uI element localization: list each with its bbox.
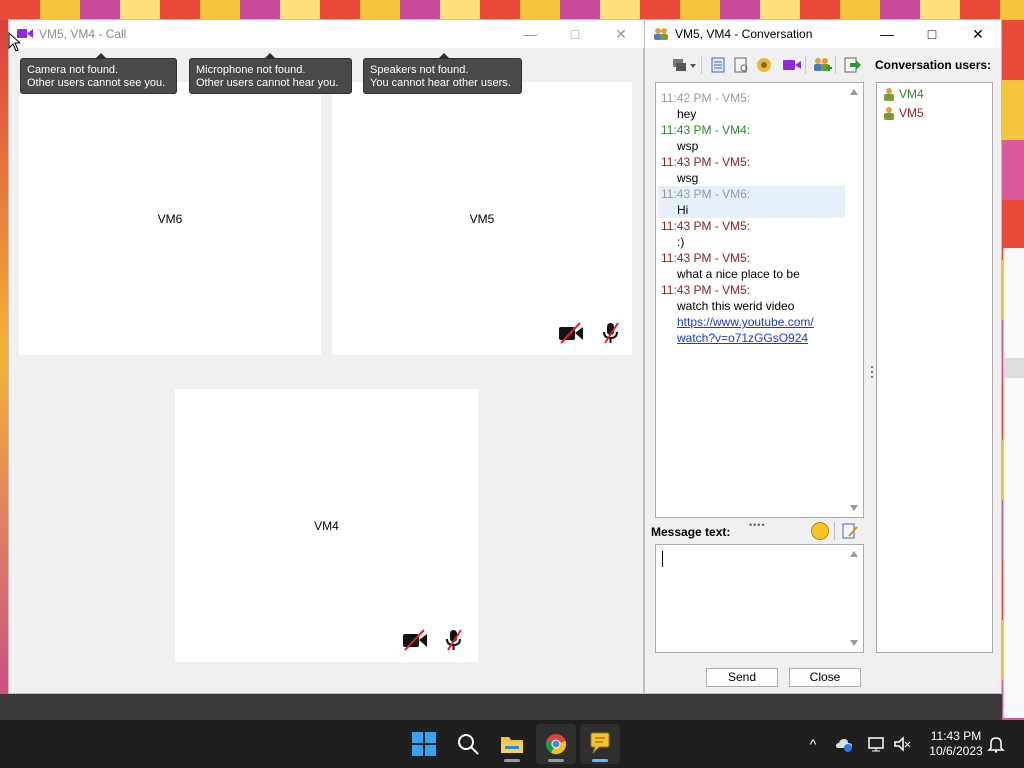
video-tile-vm6: VM6 xyxy=(19,82,321,355)
video-tile-vm4: VM4 xyxy=(175,389,478,662)
conversation-close-button[interactable]: ✕ xyxy=(955,20,1001,48)
add-users-icon[interactable] xyxy=(812,56,832,74)
camera-off-icon xyxy=(559,322,583,344)
clock-date: 10/6/2023 xyxy=(929,744,983,758)
conversation-maximize-button[interactable]: □ xyxy=(909,20,955,48)
call-minimize-button[interactable]: — xyxy=(507,20,553,48)
history-icon[interactable] xyxy=(708,56,728,74)
user-icon xyxy=(884,88,894,101)
chat-message: 11:42 PM - VM5: hey xyxy=(661,91,751,121)
scroll-down-arrow-icon[interactable] xyxy=(850,505,858,511)
scroll-down-arrow-icon[interactable] xyxy=(850,640,858,646)
scroll-up-arrow-icon[interactable] xyxy=(850,551,858,557)
display-icon[interactable] xyxy=(867,735,885,753)
screen-share-icon[interactable] xyxy=(671,56,697,74)
volume-muted-icon[interactable] xyxy=(893,735,911,753)
chat-message: 11:43 PM - VM5: what a nice place to be xyxy=(661,251,800,281)
message-text-label: Message text: xyxy=(651,525,731,539)
chat-transcript[interactable]: 11:42 PM - VM5: hey 11:43 PM - VM4: wsp … xyxy=(655,82,864,518)
conversation-users-label: Conversation users: xyxy=(875,58,992,72)
taskbar-clock[interactable]: 11:43 PM 10/6/2023 xyxy=(918,729,994,759)
speakers-notice: Speakers not found. You cannot hear othe… xyxy=(363,53,522,94)
video-tile-vm5: VM5 xyxy=(332,82,632,355)
start-icon xyxy=(412,732,436,756)
file-explorer-icon xyxy=(501,737,523,753)
youtube-link-continued[interactable]: watch?v=o71zGGsO924 xyxy=(661,330,846,346)
video-call-icon[interactable] xyxy=(782,56,802,74)
conversation-window-title: VM5, VM4 - Conversation xyxy=(675,27,813,41)
camera-notice: Camera not found. Other users cannot see… xyxy=(20,53,177,94)
chat-message: 11:43 PM - VM6: Hi xyxy=(661,187,751,217)
microphone-notice: Microphone not found. Other users cannot… xyxy=(189,53,352,94)
user-item-vm5[interactable]: VM5 xyxy=(883,104,924,122)
start-button[interactable] xyxy=(404,724,444,764)
formatting-icon[interactable] xyxy=(841,522,859,540)
messenger-icon xyxy=(590,732,610,754)
user-item-vm4[interactable]: VM4 xyxy=(883,85,924,103)
file-explorer-button[interactable] xyxy=(492,724,532,764)
notes-icon[interactable] xyxy=(731,56,751,74)
message-input[interactable] xyxy=(655,544,864,653)
messenger-button[interactable] xyxy=(580,724,620,764)
microphone-off-icon xyxy=(446,629,462,651)
camera-off-icon xyxy=(403,629,427,651)
mouse-pointer-icon xyxy=(8,32,20,52)
desktop-wallpaper xyxy=(0,0,1024,20)
call-window: VM5, VM4 - Call — □ ✕ VM6 VM5 VM4 Camera… xyxy=(8,19,645,694)
user-icon xyxy=(884,107,894,120)
conversation-window: VM5, VM4 - Conversation — □ ✕ 11:42 PM -… xyxy=(644,19,1002,694)
onedrive-icon[interactable] xyxy=(835,735,853,753)
desktop-area xyxy=(0,694,1002,720)
chat-message: 11:43 PM - VM5: :) xyxy=(661,219,751,249)
call-titlebar[interactable]: VM5, VM4 - Call — □ ✕ xyxy=(9,20,645,48)
chevron-up-icon[interactable]: ^ xyxy=(804,735,822,753)
message-scrollbar[interactable] xyxy=(846,545,863,652)
conversation-titlebar[interactable]: VM5, VM4 - Conversation — □ ✕ xyxy=(645,20,1001,48)
video-tile-label: VM4 xyxy=(314,519,339,533)
text-caret xyxy=(662,551,663,567)
conversation-users-list: VM4 VM5 xyxy=(876,82,993,653)
files-icon[interactable] xyxy=(754,56,774,74)
clock-time: 11:43 PM xyxy=(930,729,982,743)
video-tile-label: VM5 xyxy=(469,212,495,226)
search-icon xyxy=(458,734,479,755)
youtube-link[interactable]: https://www.youtube.com/ xyxy=(661,314,846,330)
notification-bell-icon[interactable] xyxy=(987,735,1005,753)
call-window-title: VM5, VM4 - Call xyxy=(39,27,127,41)
chrome-icon xyxy=(545,734,567,755)
background-window-edge xyxy=(1003,248,1024,718)
send-button[interactable]: Send xyxy=(706,668,778,687)
chat-scrollbar[interactable] xyxy=(846,83,863,517)
users-icon xyxy=(654,28,668,40)
scroll-up-arrow-icon[interactable] xyxy=(850,89,858,95)
emoji-icon[interactable] xyxy=(811,522,829,540)
conversation-minimize-button[interactable]: — xyxy=(864,20,910,48)
exit-icon[interactable] xyxy=(842,56,862,74)
video-tile-label: VM6 xyxy=(157,212,183,226)
chat-message: 11:43 PM - VM5: wsg xyxy=(661,155,751,185)
chat-message: 11:43 PM - VM5: watch this werid video h… xyxy=(656,282,846,346)
close-button[interactable]: Close xyxy=(789,668,861,687)
call-close-button[interactable]: ✕ xyxy=(598,20,644,48)
chrome-button[interactable] xyxy=(536,724,576,764)
call-maximize-button[interactable]: □ xyxy=(552,20,598,48)
resize-grip-icon[interactable]: •••• xyxy=(749,520,766,530)
chat-message: 11:43 PM - VM4: wsp xyxy=(661,123,751,153)
splitter-handle[interactable] xyxy=(870,365,874,379)
search-button[interactable] xyxy=(448,724,488,764)
microphone-off-icon xyxy=(603,322,619,344)
